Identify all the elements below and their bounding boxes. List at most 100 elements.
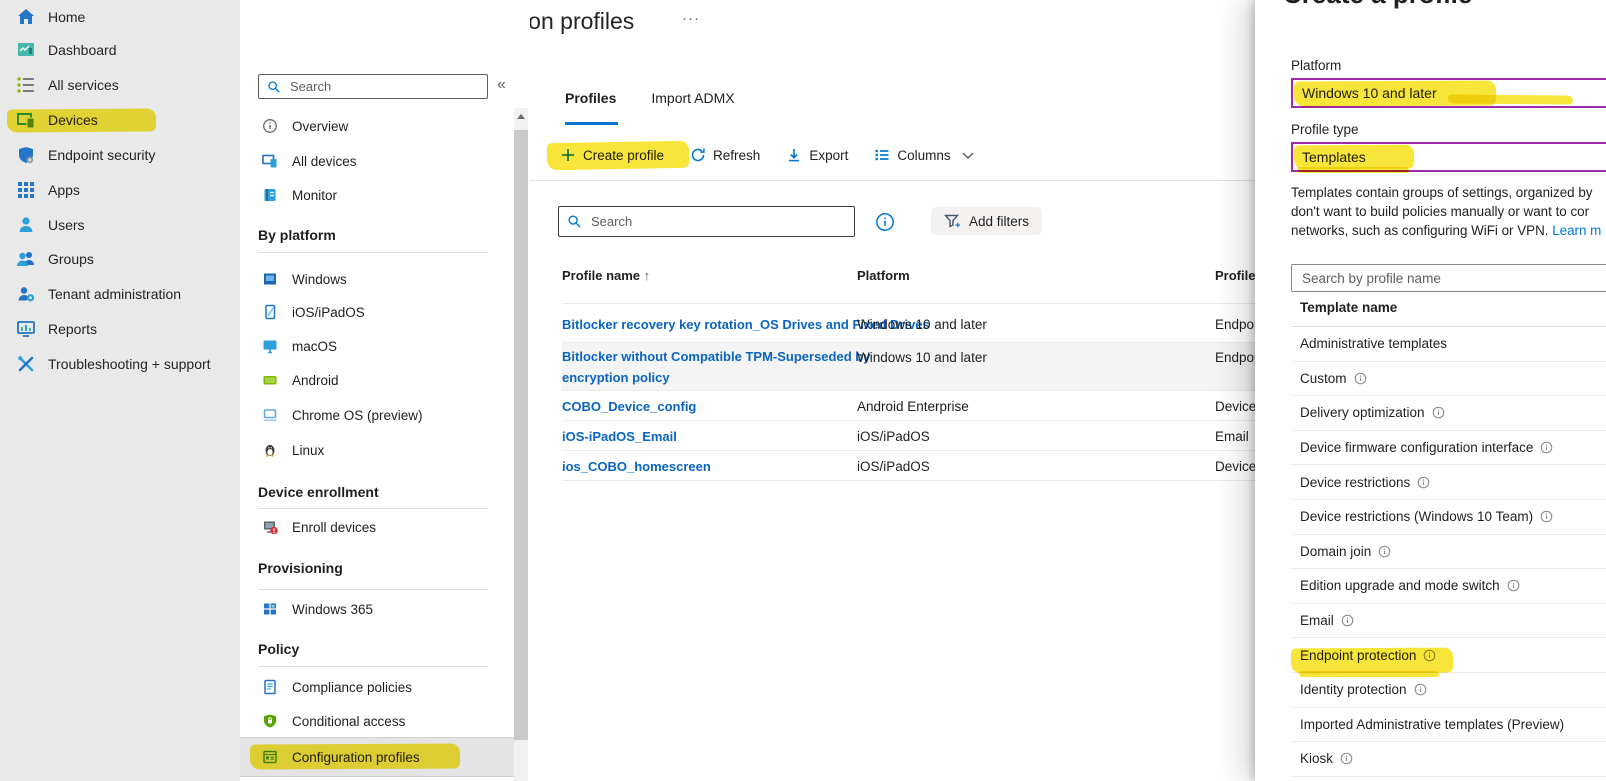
main-search-input[interactable] bbox=[589, 213, 846, 230]
refresh-icon bbox=[690, 147, 706, 163]
chevron-down-icon bbox=[962, 151, 974, 160]
info-icon[interactable] bbox=[1340, 752, 1353, 765]
nav-item-groups[interactable]: Groups bbox=[0, 242, 240, 276]
divider bbox=[530, 180, 1255, 181]
profile-name-link-line2[interactable]: encryption policy bbox=[562, 370, 670, 385]
info-icon[interactable] bbox=[1354, 372, 1367, 385]
nav-label: Apps bbox=[48, 182, 80, 198]
macos-icon bbox=[262, 338, 278, 354]
blade-item-windows[interactable]: Windows bbox=[240, 262, 515, 296]
template-item-email[interactable]: Email bbox=[1291, 604, 1606, 639]
blade-search[interactable] bbox=[258, 74, 488, 99]
all-devices-icon bbox=[262, 153, 278, 169]
blade-item-linux[interactable]: Linux bbox=[240, 433, 515, 467]
table-row[interactable]: Bitlocker recovery key rotation_OS Drive… bbox=[562, 303, 1255, 343]
template-item-kiosk[interactable]: Kiosk bbox=[1291, 742, 1606, 777]
blade-item-enroll-devices[interactable]: Enroll devices bbox=[240, 510, 515, 544]
main-search[interactable] bbox=[558, 206, 855, 237]
profile-name-link[interactable]: Bitlocker without Compatible TPM-Superse… bbox=[562, 349, 870, 364]
refresh-button[interactable]: Refresh bbox=[690, 147, 760, 163]
template-item-imported-administrative-templates[interactable]: Imported Administrative templates (Previ… bbox=[1291, 708, 1606, 743]
create-profile-button[interactable]: Create profile bbox=[560, 147, 664, 163]
table-row[interactable]: Bitlocker without Compatible TPM-Superse… bbox=[562, 343, 1255, 391]
collapse-blade-icon[interactable]: « bbox=[497, 76, 506, 94]
nav-item-dashboard[interactable]: Dashboard bbox=[0, 33, 240, 67]
nav-item-reports[interactable]: Reports bbox=[0, 312, 240, 346]
blade-item-all-devices[interactable]: All devices bbox=[240, 144, 515, 178]
blade-item-compliance-policies[interactable]: Compliance policies bbox=[240, 670, 515, 704]
nav-item-all-services[interactable]: All services bbox=[0, 68, 240, 102]
blade-item-monitor[interactable]: Monitor bbox=[240, 178, 515, 212]
nav-item-users[interactable]: Users bbox=[0, 208, 240, 242]
search-info-icon[interactable] bbox=[875, 212, 895, 232]
profile-type-select[interactable]: Templates bbox=[1291, 142, 1606, 172]
blade-label: Overview bbox=[292, 119, 348, 134]
button-label: Export bbox=[809, 148, 848, 163]
scrollbar-up-arrow[interactable] bbox=[514, 108, 528, 124]
profile-name-link[interactable]: COBO_Device_config bbox=[562, 399, 696, 414]
template-item-device-firmware[interactable]: Device firmware configuration interface bbox=[1291, 431, 1606, 466]
template-item-domain-join[interactable]: Domain join bbox=[1291, 535, 1606, 570]
template-item-edition-upgrade[interactable]: Edition upgrade and mode switch bbox=[1291, 569, 1606, 604]
info-icon[interactable] bbox=[1341, 614, 1354, 627]
info-icon[interactable] bbox=[1423, 649, 1436, 662]
profile-name-link[interactable]: iOS-iPadOS_Email bbox=[562, 429, 677, 444]
add-filters-button[interactable]: Add filters bbox=[931, 207, 1042, 235]
troubleshooting-icon bbox=[16, 354, 36, 374]
blade-item-android[interactable]: Android bbox=[240, 363, 515, 397]
table-row[interactable]: ios_COBO_homescreen iOS/iPadOS Device fe bbox=[562, 451, 1255, 481]
template-item-custom[interactable]: Custom bbox=[1291, 362, 1606, 397]
template-item-identity-protection[interactable]: Identity protection bbox=[1291, 673, 1606, 708]
export-button[interactable]: Export bbox=[786, 147, 848, 163]
template-search-input[interactable] bbox=[1300, 270, 1606, 287]
learn-more-link[interactable]: Learn m bbox=[1552, 223, 1601, 238]
blade-item-windows-365[interactable]: Windows 365 bbox=[240, 592, 515, 626]
platform-cell: Android Enterprise bbox=[857, 399, 969, 414]
nav-label: Devices bbox=[48, 112, 98, 128]
blade-item-conditional-access[interactable]: Conditional access bbox=[240, 704, 515, 738]
nav-item-tenant-administration[interactable]: Tenant administration bbox=[0, 277, 240, 311]
blade-search-input[interactable] bbox=[288, 78, 479, 95]
blade-item-configuration-profiles[interactable]: Configuration profiles bbox=[240, 740, 515, 774]
scrollbar-thumb[interactable] bbox=[514, 130, 528, 740]
blade-item-chrome-os[interactable]: Chrome OS (preview) bbox=[240, 398, 515, 432]
template-item-device-restrictions-win10-team[interactable]: Device restrictions (Windows 10 Team) bbox=[1291, 500, 1606, 535]
info-icon[interactable] bbox=[1414, 683, 1427, 696]
nav-item-endpoint-security[interactable]: Endpoint security bbox=[0, 138, 240, 172]
table-row[interactable]: iOS-iPadOS_Email iOS/iPadOS Email bbox=[562, 421, 1255, 451]
info-icon[interactable] bbox=[1378, 545, 1391, 558]
nav-item-apps[interactable]: Apps bbox=[0, 173, 240, 207]
blade-item-ios-ipados[interactable]: iOS/iPadOS bbox=[240, 295, 515, 329]
columns-button[interactable]: Columns bbox=[874, 147, 973, 163]
nav-item-troubleshooting[interactable]: Troubleshooting + support bbox=[0, 347, 240, 381]
info-icon[interactable] bbox=[1417, 476, 1430, 489]
column-header-platform[interactable]: Platform bbox=[857, 268, 910, 283]
description-line: Templates contain groups of settings, or… bbox=[1291, 183, 1606, 202]
blade-label: macOS bbox=[292, 339, 337, 354]
filter-icon bbox=[944, 213, 961, 229]
tab-import-admx[interactable]: Import ADMX bbox=[651, 90, 734, 106]
template-item-delivery-optimization[interactable]: Delivery optimization bbox=[1291, 396, 1606, 431]
platform-cell: iOS/iPadOS bbox=[857, 429, 930, 444]
more-actions-icon[interactable]: ··· bbox=[682, 10, 700, 27]
platform-select[interactable]: Windows 10 and later bbox=[1291, 78, 1606, 108]
info-icon[interactable] bbox=[1540, 441, 1553, 454]
template-item-device-restrictions[interactable]: Device restrictions bbox=[1291, 465, 1606, 500]
blade-item-macos[interactable]: macOS bbox=[240, 329, 515, 363]
endpoint-security-icon bbox=[16, 145, 36, 165]
template-item-endpoint-protection[interactable]: Endpoint protection bbox=[1291, 638, 1606, 673]
table-row[interactable]: COBO_Device_config Android Enterprise De… bbox=[562, 391, 1255, 421]
profile-name-link[interactable]: ios_COBO_homescreen bbox=[562, 459, 711, 474]
nav-item-home[interactable]: Home bbox=[0, 0, 240, 34]
blade-item-overview[interactable]: Overview bbox=[240, 109, 515, 143]
column-header-profile-name[interactable]: Profile name ↑ bbox=[562, 268, 650, 283]
info-icon[interactable] bbox=[1432, 406, 1445, 419]
description-line: don't want to build policies manually or… bbox=[1291, 202, 1606, 221]
nav-item-devices[interactable]: Devices bbox=[0, 103, 240, 137]
info-icon[interactable] bbox=[1507, 579, 1520, 592]
tab-profiles[interactable]: Profiles bbox=[565, 90, 616, 106]
blade-label: Monitor bbox=[292, 188, 337, 203]
info-icon[interactable] bbox=[1540, 510, 1553, 523]
template-search[interactable] bbox=[1291, 264, 1606, 292]
template-item-administrative-templates[interactable]: Administrative templates bbox=[1291, 327, 1606, 362]
